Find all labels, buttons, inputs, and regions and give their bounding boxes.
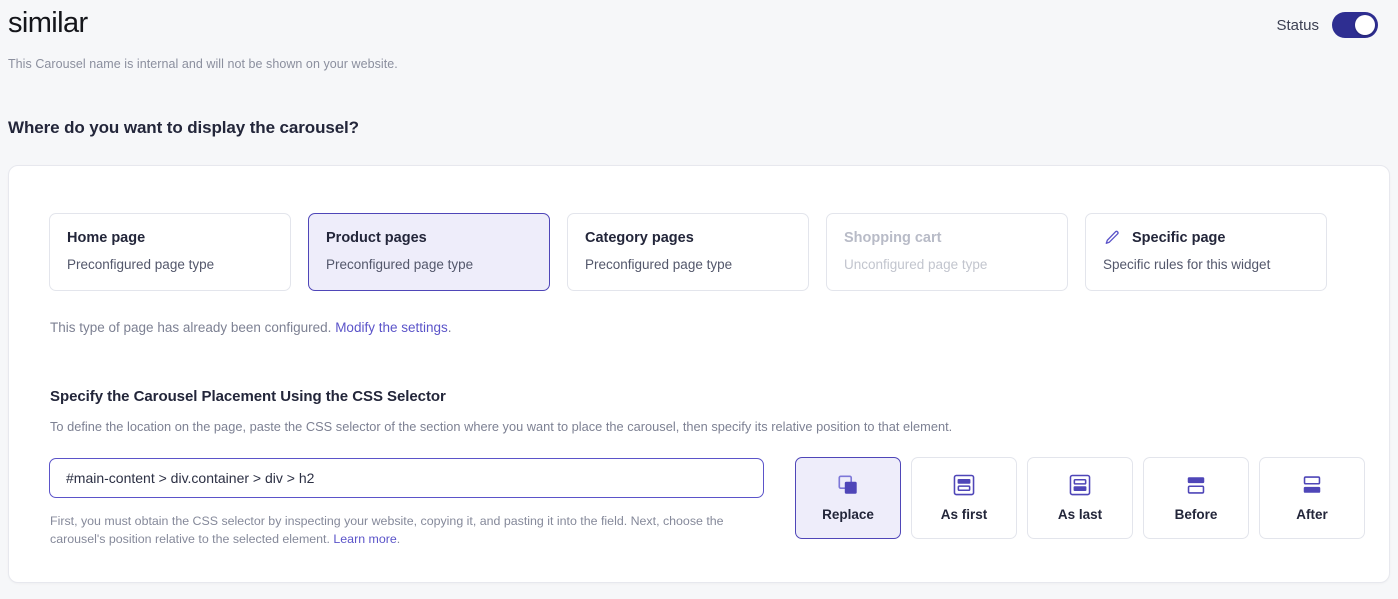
page-header: Status	[0, 0, 1398, 46]
page-type-subtitle: Unconfigured page type	[844, 257, 988, 272]
after-icon	[1303, 475, 1321, 493]
page-type-card-home-page[interactable]: Home page Preconfigured page type	[49, 213, 291, 291]
page-type-card-shopping-cart: Shopping cart Unconfigured page type	[826, 213, 1068, 291]
page-type-subtitle: Preconfigured page type	[585, 257, 733, 272]
position-button-replace[interactable]: Replace	[795, 457, 901, 539]
toggle-knob	[1355, 15, 1375, 35]
page-type-title: Specific page	[1132, 230, 1226, 246]
page-type-card-group: Home page Preconfigured page type Produc…	[49, 213, 1327, 291]
position-button-before[interactable]: Before	[1143, 457, 1249, 539]
status-control: Status	[1276, 12, 1378, 38]
carousel-name-input[interactable]	[8, 6, 428, 40]
css-selector-heading: Specify the Carousel Placement Using the…	[50, 388, 446, 405]
before-icon	[1187, 476, 1205, 494]
status-label: Status	[1276, 16, 1319, 34]
modify-settings-link[interactable]: Modify the settings	[335, 320, 448, 335]
page-type-title: Shopping cart	[844, 230, 942, 246]
page-type-subtitle: Preconfigured page type	[67, 257, 215, 272]
configured-note: This type of page has already been confi…	[50, 320, 452, 335]
as-first-icon	[953, 474, 975, 495]
configured-note-text: This type of page has already been confi…	[50, 320, 336, 335]
position-label: As last	[1057, 506, 1103, 522]
page-type-subtitle: Specific rules for this widget	[1103, 257, 1271, 272]
configured-note-suffix: .	[447, 320, 452, 335]
position-button-after[interactable]: After	[1259, 457, 1365, 539]
css-selector-help: First, you must obtain the CSS selector …	[50, 513, 772, 548]
page-type-subtitle: Preconfigured page type	[326, 257, 474, 272]
position-label: Before	[1174, 506, 1218, 522]
page-type-title: Product pages	[326, 230, 427, 246]
help-text-suffix: .	[396, 531, 401, 546]
section-title: Where do you want to display the carouse…	[8, 118, 359, 137]
placement-panel: Home page Preconfigured page type Produc…	[8, 165, 1390, 583]
css-selector-description: To define the location on the page, past…	[50, 419, 953, 434]
position-label: As first	[940, 506, 988, 522]
position-button-as-first[interactable]: As first	[911, 457, 1017, 539]
page-type-title-row: Specific page	[1103, 229, 1309, 247]
pencil-icon	[1105, 230, 1119, 244]
carousel-name-hint: This Carousel name is internal and will …	[8, 57, 398, 71]
page-type-title: Home page	[67, 230, 146, 246]
position-button-as-last[interactable]: As last	[1027, 457, 1133, 539]
status-toggle[interactable]	[1332, 12, 1378, 38]
learn-more-link[interactable]: Learn more	[333, 532, 396, 546]
position-label: After	[1296, 506, 1328, 522]
replace-icon	[838, 474, 857, 494]
position-label: Replace	[822, 506, 874, 522]
page-type-card-category-pages[interactable]: Category pages Preconfigured page type	[567, 213, 809, 291]
position-button-group: Replace As first As last Before After	[795, 457, 1365, 539]
page-type-card-specific-page[interactable]: Specific page Specific rules for this wi…	[1085, 213, 1327, 291]
as-last-icon	[1069, 474, 1091, 495]
page-type-card-product-pages[interactable]: Product pages Preconfigured page type	[308, 213, 550, 291]
page-type-title: Category pages	[585, 230, 694, 246]
css-selector-input[interactable]	[49, 458, 764, 498]
